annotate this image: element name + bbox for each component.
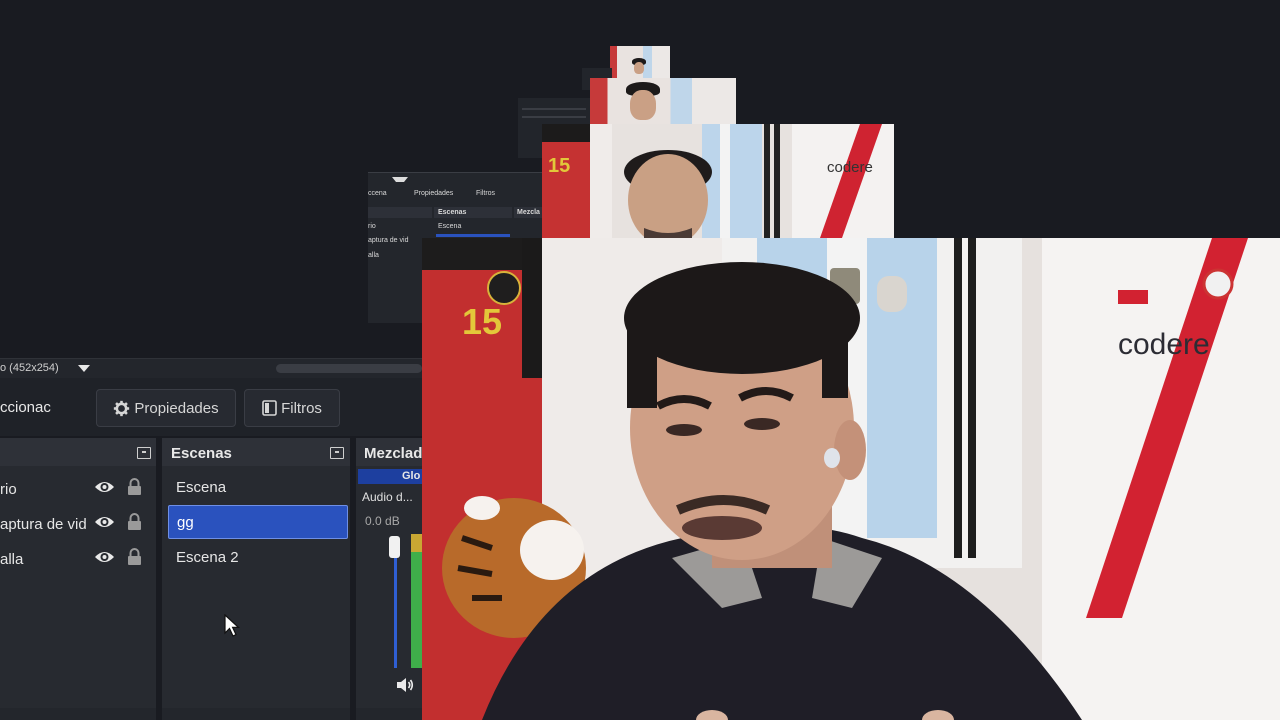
- audio-level-readout: 0.0 dB: [365, 514, 400, 528]
- volume-fader-handle[interactable]: [389, 536, 400, 558]
- scenes-dock-title: Escenas: [171, 445, 232, 462]
- context-toolbar: ccionac Propiedades Filtros: [0, 378, 422, 436]
- svg-text:15: 15: [462, 301, 502, 342]
- audio-mixer-dock-title: Mezclad: [364, 445, 423, 462]
- lock-icon[interactable]: [127, 478, 142, 501]
- eye-icon[interactable]: [94, 514, 115, 535]
- preview-status-strip: o (452x254): [0, 358, 422, 379]
- mini-scenes-title: Escenas: [438, 209, 467, 216]
- properties-button[interactable]: Propiedades: [96, 389, 236, 427]
- scene-item-label: Escena: [176, 478, 227, 496]
- scene-item[interactable]: Escena 2: [168, 540, 348, 574]
- undock-icon[interactable]: [330, 447, 344, 459]
- scene-item[interactable]: Escena: [168, 470, 348, 504]
- properties-button-label: Propiedades: [134, 399, 219, 417]
- volume-fader-track[interactable]: [394, 540, 397, 668]
- gear-icon: [113, 400, 130, 417]
- filters-button[interactable]: Filtros: [244, 389, 340, 427]
- source-name: rio: [0, 481, 17, 498]
- lock-icon[interactable]: [127, 548, 142, 571]
- webcam-feed: 15 codere: [422, 238, 1280, 720]
- audio-mixer-dock-footer: [356, 708, 422, 720]
- mixer-global-tab-label: Glo: [402, 470, 421, 482]
- preview-feedback-thumb-3: [590, 78, 736, 124]
- scenes-dock-footer: [162, 708, 350, 720]
- mouse-cursor-icon: [224, 613, 241, 643]
- preview-feedback-thumb-1: [610, 46, 670, 78]
- scene-item-label: Escena 2: [176, 548, 239, 566]
- filters-button-label: Filtros: [281, 399, 322, 417]
- svg-text:codere: codere: [827, 159, 873, 176]
- audio-mixer-dock: Mezclad Glo Audio d... 0.0 dB: [356, 438, 422, 720]
- lock-icon[interactable]: [127, 513, 142, 536]
- filter-icon: [262, 400, 277, 416]
- speaker-icon[interactable]: [396, 677, 414, 698]
- mini-source-2: aptura de vid: [368, 237, 409, 244]
- svg-text:codere: codere: [1118, 328, 1210, 361]
- sources-dock-header: [0, 438, 156, 466]
- sources-dock: rio aptura de vid alla: [0, 438, 156, 720]
- source-name: alla: [0, 551, 24, 568]
- audio-channel-label: Audio d...: [362, 490, 413, 504]
- mini-tab-filters: Filtros: [476, 190, 496, 197]
- undock-icon[interactable]: [137, 447, 151, 459]
- scenes-dock: Escenas Escena gg Escena 2: [162, 438, 350, 720]
- audio-level-meter: [411, 534, 422, 668]
- mini-scene-first: Escena: [438, 223, 462, 230]
- svg-text:15: 15: [548, 155, 570, 177]
- scene-item-label: gg: [177, 513, 194, 531]
- selected-source-label: ccionac: [0, 399, 51, 416]
- eye-icon[interactable]: [94, 479, 115, 500]
- preview-menu-arrow-icon[interactable]: [78, 365, 90, 372]
- source-name: aptura de vid: [0, 516, 87, 533]
- mixer-global-tab[interactable]: Glo: [358, 469, 422, 484]
- eye-icon[interactable]: [94, 549, 115, 570]
- mini-mixer-title: Mezcla: [517, 209, 540, 216]
- mini-source-1: rio: [368, 223, 376, 230]
- scene-item-selected[interactable]: gg: [168, 505, 348, 539]
- preview-feedback-webcam: 15 codere: [542, 124, 894, 238]
- mini-tab-selection: ccena: [368, 190, 387, 197]
- mini-source-3: alla: [368, 252, 379, 259]
- sources-dock-footer: [0, 708, 156, 720]
- mini-tab-properties: Propiedades: [414, 190, 454, 197]
- preview-resolution-label: o (452x254): [0, 362, 59, 374]
- preview-horizontal-scrollbar[interactable]: [276, 364, 422, 373]
